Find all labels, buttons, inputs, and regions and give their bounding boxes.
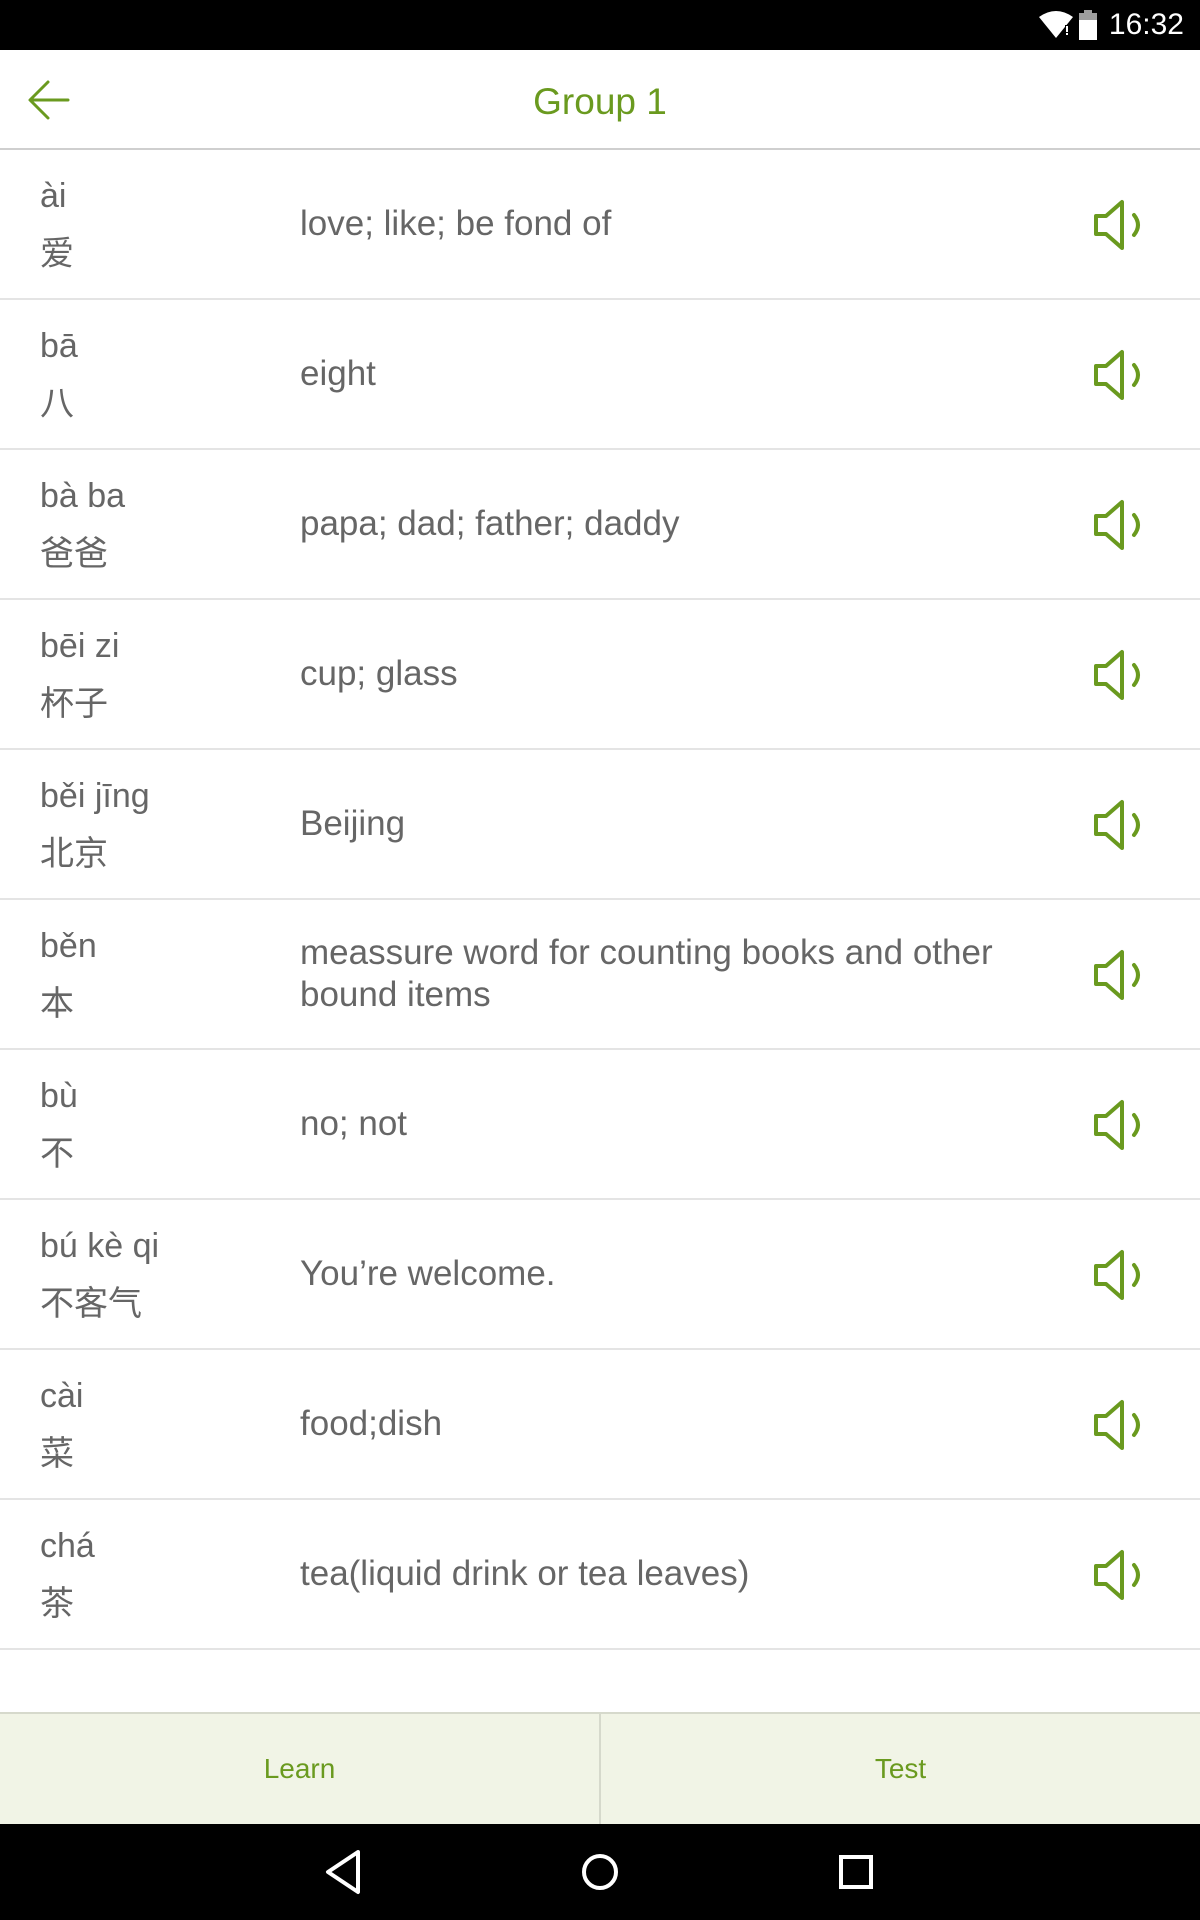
list-item[interactable]: běi jīng 北京 Beijing xyxy=(0,750,1200,900)
word-pinyin: bà ba xyxy=(40,477,126,515)
speaker-icon[interactable] xyxy=(1092,1248,1148,1302)
word-meaning: tea(liquid drink or tea leaves) xyxy=(300,1554,750,1593)
word-pinyin: cài xyxy=(40,1377,84,1415)
speaker-icon[interactable] xyxy=(1092,198,1148,252)
status-time: 16:32 xyxy=(1108,8,1184,41)
recents-square-icon[interactable] xyxy=(828,1844,884,1900)
word-meaning: Beijing xyxy=(300,804,406,843)
list-item[interactable]: bēi zi 杯子 cup; glass xyxy=(0,600,1200,750)
learn-button[interactable]: Learn xyxy=(0,1714,599,1824)
speaker-icon[interactable] xyxy=(1092,348,1148,402)
word-meaning: meassure word for counting books and oth… xyxy=(300,933,993,1014)
word-hanzi: 八 xyxy=(40,384,74,424)
test-button[interactable]: Test xyxy=(601,1714,1200,1824)
bottom-action-bar: Learn Test xyxy=(0,1712,1200,1824)
speaker-icon[interactable] xyxy=(1092,498,1148,552)
word-meaning: no; not xyxy=(300,1104,408,1143)
word-meaning: cup; glass xyxy=(300,654,458,693)
word-pinyin: chá xyxy=(40,1527,95,1565)
list-item[interactable]: cài 菜 food;dish xyxy=(0,1350,1200,1500)
word-hanzi: 本 xyxy=(40,984,74,1024)
word-meaning: You’re welcome. xyxy=(300,1254,556,1293)
speaker-icon[interactable] xyxy=(1092,1398,1148,1452)
list-item[interactable]: běn 本 meassure word for counting books a… xyxy=(0,900,1200,1050)
battery-icon xyxy=(1079,10,1097,40)
page-title: Group 1 xyxy=(533,81,667,122)
word-hanzi: 北京 xyxy=(40,834,108,874)
list-item[interactable]: bú kè qi 不客气 You’re welcome. xyxy=(0,1200,1200,1350)
speaker-icon[interactable] xyxy=(1092,1548,1148,1602)
word-meaning: love; like; be fond of xyxy=(300,204,612,243)
word-pinyin: běi jīng xyxy=(40,777,150,815)
word-hanzi: 爸爸 xyxy=(40,534,108,574)
speaker-icon[interactable] xyxy=(1092,648,1148,702)
system-nav-bar xyxy=(0,1824,1200,1920)
word-hanzi: 不客气 xyxy=(40,1284,142,1324)
wifi-icon xyxy=(1039,11,1073,38)
word-pinyin: bú kè qi xyxy=(40,1227,160,1265)
list-item[interactable]: bà ba 爸爸 papa; dad; father; daddy xyxy=(0,450,1200,600)
home-circle-icon[interactable] xyxy=(572,1844,628,1900)
back-triangle-icon[interactable] xyxy=(316,1844,372,1900)
word-list: ài 爱 love; like; be fond of bā 八 eight b… xyxy=(0,150,1200,1650)
word-pinyin: ài xyxy=(40,177,67,215)
word-meaning: papa; dad; father; daddy xyxy=(300,504,680,543)
word-pinyin: běn xyxy=(40,927,97,965)
status-bar: 16:32 xyxy=(0,0,1200,50)
word-hanzi: 茶 xyxy=(40,1584,74,1624)
speaker-icon[interactable] xyxy=(1092,1098,1148,1152)
word-hanzi: 不 xyxy=(40,1134,74,1174)
speaker-icon[interactable] xyxy=(1092,948,1148,1002)
word-pinyin: bù xyxy=(40,1077,78,1115)
list-item[interactable]: chá 茶 tea(liquid drink or tea leaves) xyxy=(0,1500,1200,1650)
list-item[interactable]: ài 爱 love; like; be fond of xyxy=(0,150,1200,300)
word-pinyin: bēi zi xyxy=(40,627,120,665)
word-meaning: food;dish xyxy=(300,1404,443,1443)
word-pinyin: bā xyxy=(40,327,78,365)
word-hanzi: 菜 xyxy=(40,1434,74,1474)
word-hanzi: 爱 xyxy=(40,234,74,274)
word-hanzi: 杯子 xyxy=(40,684,108,724)
speaker-icon[interactable] xyxy=(1092,798,1148,852)
word-meaning: eight xyxy=(300,354,376,393)
list-item[interactable]: bā 八 eight xyxy=(0,300,1200,450)
app-bar: Group 1 xyxy=(0,50,1200,150)
list-item[interactable]: bù 不 no; not xyxy=(0,1050,1200,1200)
